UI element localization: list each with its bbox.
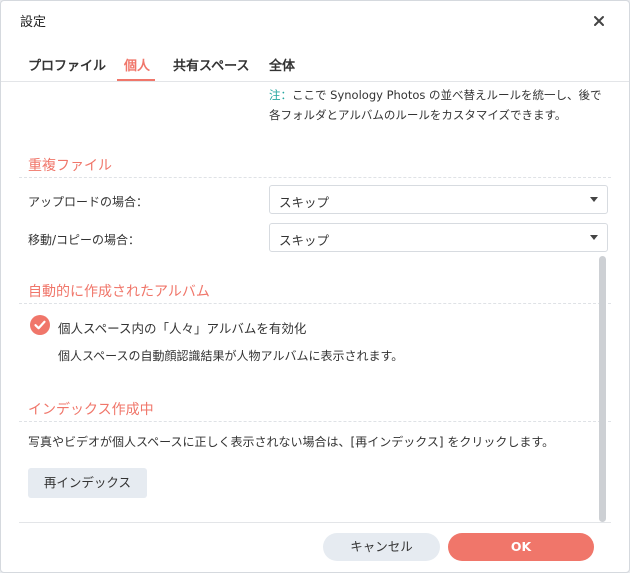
reindex-description: 写真やビデオが個人スペースに正しく表示されない場合は、[再インデックス] をクリ… (28, 435, 555, 449)
close-icon[interactable] (588, 10, 610, 32)
move-copy-duplicate-select[interactable]: スキップ (269, 223, 608, 252)
chevron-down-icon (590, 235, 598, 240)
section-indexing: インデックス作成中 (28, 402, 154, 418)
tab-shared-space[interactable]: 共有スペース (173, 55, 249, 74)
upload-select-value: スキップ (279, 195, 330, 210)
people-album-label[interactable]: 個人スペース内の「人々」アルバムを有効化 (58, 318, 306, 337)
tab-global[interactable]: 全体 (269, 55, 295, 74)
note-prefix: 注： (269, 88, 292, 102)
upload-duplicate-select[interactable]: スキップ (269, 185, 608, 214)
cancel-button[interactable]: キャンセル (323, 533, 440, 561)
people-album-checkbox[interactable] (30, 315, 50, 335)
dialog-title: 設定 (20, 15, 47, 30)
chevron-down-icon (590, 197, 598, 202)
sorting-note: 注：ここで Synology Photos の並べ替えルールを統一し、後で各フォ… (269, 85, 604, 125)
tab-personal[interactable]: 個人 (124, 55, 150, 74)
active-tab-indicator (117, 79, 155, 81)
note-text: ここで Synology Photos の並べ替えルールを統一し、後で各フォルダ… (269, 88, 602, 122)
tab-profile[interactable]: プロファイル (28, 55, 106, 74)
footer-divider (19, 522, 611, 523)
reindex-button[interactable]: 再インデックス (28, 468, 147, 498)
upload-label: アップロードの場合： (28, 195, 149, 209)
ok-button[interactable]: OK (448, 533, 594, 561)
section-duplicate-files: 重複ファイル (28, 158, 112, 174)
people-album-description: 個人スペースの自動顔認識結果が人物アルバムに表示されます。 (58, 349, 404, 363)
section-divider (19, 303, 611, 304)
section-divider (19, 177, 611, 178)
section-auto-albums: 自動的に作成されたアルバム (28, 284, 210, 300)
settings-dialog: 設定 プロファイル 個人 共有スペース 全体 注：ここで Synology Ph… (0, 0, 630, 573)
tab-bar: プロファイル 個人 共有スペース 全体 (1, 45, 629, 82)
move-copy-select-value: スキップ (279, 233, 330, 248)
move-copy-label: 移動/コピーの場合： (28, 233, 141, 247)
section-divider (19, 421, 611, 422)
scrollbar-thumb[interactable] (599, 256, 606, 522)
